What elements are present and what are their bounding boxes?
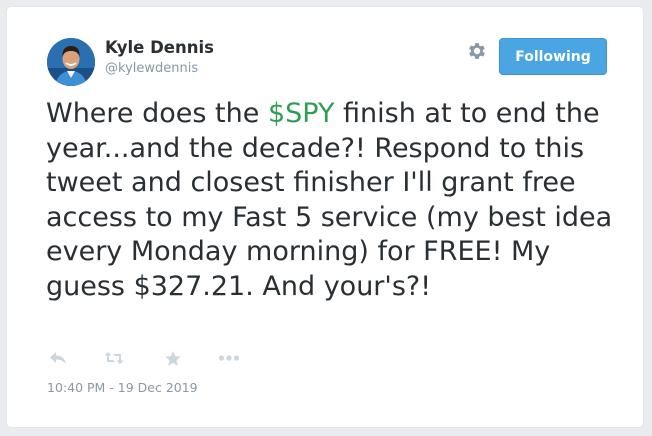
author-handle[interactable]: @kylewdennis [105, 61, 198, 76]
tweet-timestamp[interactable]: 10:40 PM - 19 Dec 2019 [47, 380, 198, 395]
tweet-text: Where does the $SPY finish at to end the… [46, 97, 616, 304]
reply-icon[interactable] [46, 347, 70, 369]
cashtag-link[interactable]: $SPY [268, 98, 335, 129]
more-icon[interactable] [217, 347, 241, 369]
avatar[interactable] [47, 38, 95, 86]
author-name[interactable]: Kyle Dennis [105, 38, 214, 57]
tweet-card: Kyle Dennis @kylewdennis Following Where… [6, 6, 644, 428]
like-icon[interactable] [161, 347, 185, 369]
avatar-image [47, 38, 95, 86]
retweet-icon[interactable] [102, 347, 126, 369]
gear-icon[interactable] [466, 40, 488, 62]
following-button[interactable]: Following [499, 38, 607, 75]
tweet-text-start: Where does the [46, 98, 268, 129]
